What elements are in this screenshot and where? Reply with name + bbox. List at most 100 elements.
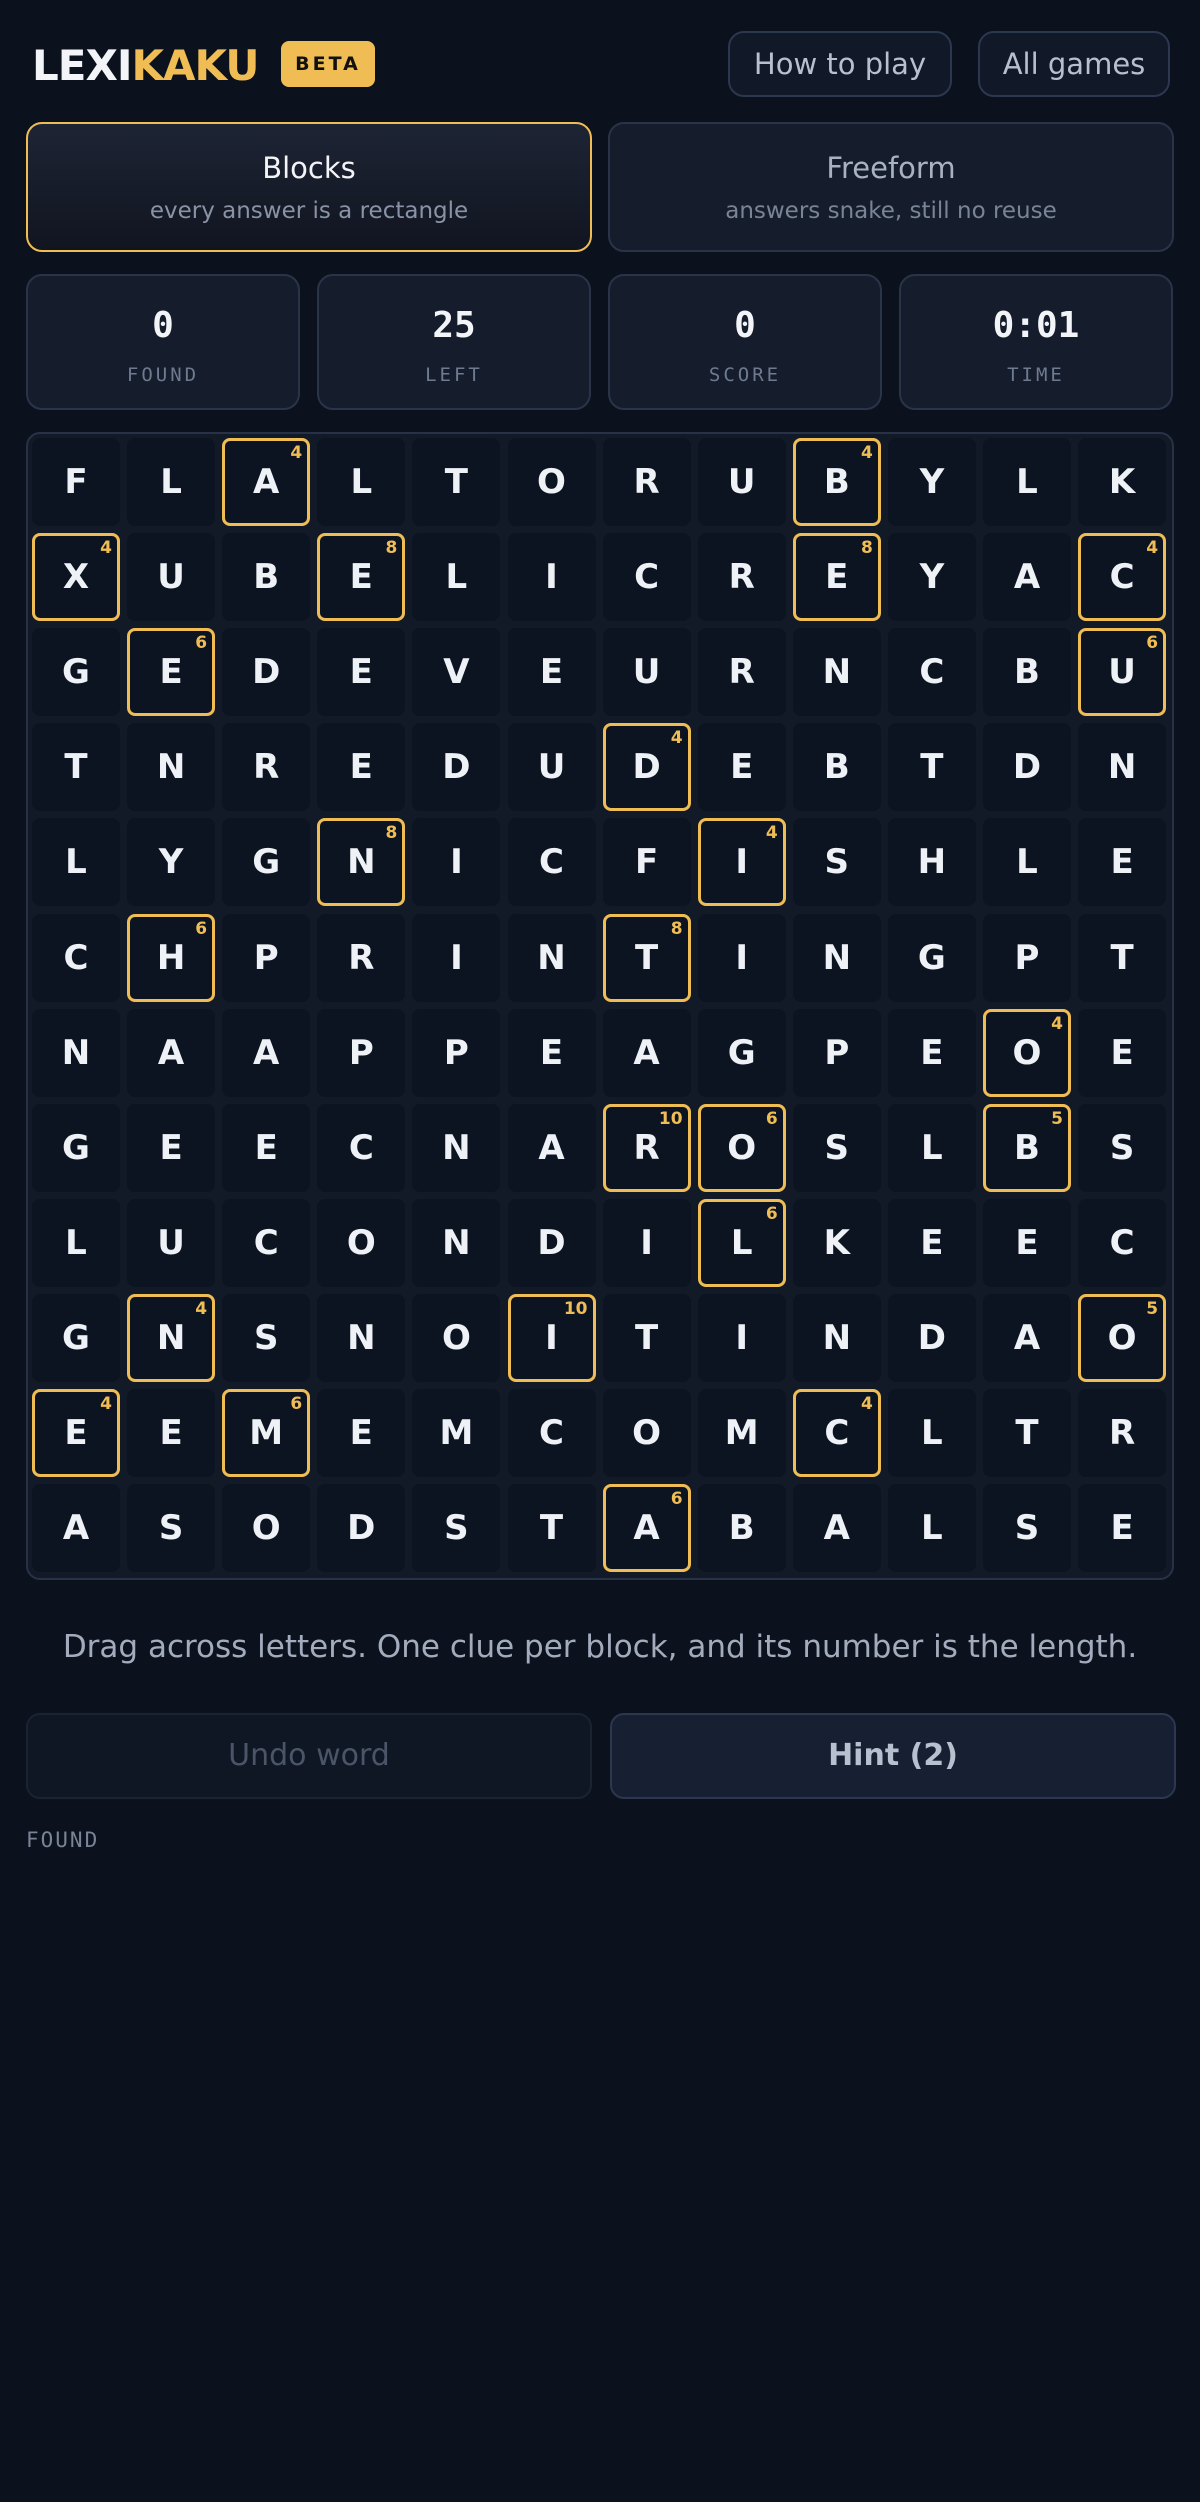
grid-cell[interactable]: C bbox=[317, 1103, 406, 1192]
mode-freeform-tab[interactable]: Freeform answers snake, still no reuse bbox=[608, 122, 1174, 252]
grid-cell-clue[interactable]: B5 bbox=[983, 1103, 1071, 1192]
grid-cell[interactable]: G bbox=[32, 1293, 120, 1382]
grid-cell[interactable]: C bbox=[602, 533, 691, 622]
grid-cell-clue[interactable]: O4 bbox=[983, 1008, 1071, 1097]
grid-cell[interactable]: R bbox=[1078, 1389, 1167, 1477]
grid-cell[interactable]: U bbox=[697, 438, 786, 526]
grid-cell[interactable]: O bbox=[317, 1198, 406, 1287]
grid-cell[interactable]: N bbox=[792, 628, 881, 717]
how-to-play-button[interactable]: How to play bbox=[728, 31, 952, 97]
grid-cell[interactable]: D bbox=[222, 628, 311, 717]
mode-blocks-tab[interactable]: Blocks every answer is a rectangle bbox=[26, 122, 592, 252]
grid-cell[interactable]: A bbox=[602, 1008, 691, 1097]
grid-cell[interactable]: O bbox=[507, 438, 596, 526]
grid-cell[interactable]: N bbox=[507, 913, 596, 1002]
grid-cell[interactable]: F bbox=[32, 438, 120, 526]
grid-cell[interactable]: C bbox=[887, 628, 976, 717]
grid-cell[interactable]: P bbox=[222, 913, 311, 1002]
grid-cell[interactable]: U bbox=[602, 628, 691, 717]
grid-cell-clue[interactable]: O6 bbox=[697, 1103, 786, 1192]
grid-cell[interactable]: B bbox=[697, 1484, 786, 1573]
grid-cell-clue[interactable]: A4 bbox=[222, 438, 311, 526]
grid-cell[interactable]: N bbox=[412, 1198, 501, 1287]
grid-cell[interactable]: C bbox=[507, 818, 596, 907]
grid-cell[interactable]: E bbox=[507, 1008, 596, 1097]
grid-cell-clue[interactable]: E8 bbox=[792, 533, 881, 622]
grid-cell[interactable]: T bbox=[983, 1389, 1071, 1477]
grid-cell-clue[interactable]: B4 bbox=[792, 438, 881, 526]
grid-cell[interactable]: E bbox=[317, 628, 406, 717]
grid-cell[interactable]: G bbox=[887, 913, 976, 1002]
grid-cell[interactable]: Y bbox=[127, 818, 216, 907]
grid-cell[interactable]: C bbox=[1078, 1198, 1167, 1287]
grid-cell[interactable]: S bbox=[1078, 1103, 1167, 1192]
grid-cell[interactable]: U bbox=[127, 533, 216, 622]
grid-cell[interactable]: U bbox=[127, 1198, 216, 1287]
grid-cell[interactable]: R bbox=[602, 438, 691, 526]
grid-cell[interactable]: S bbox=[412, 1484, 501, 1573]
grid-cell[interactable]: A bbox=[32, 1484, 120, 1573]
grid-cell[interactable]: I bbox=[507, 533, 596, 622]
grid-cell[interactable]: D bbox=[507, 1198, 596, 1287]
grid-cell[interactable]: R bbox=[697, 533, 786, 622]
grid-cell[interactable]: N bbox=[792, 1293, 881, 1382]
grid-cell-clue[interactable]: D4 bbox=[602, 723, 691, 812]
grid-cell[interactable]: G bbox=[32, 628, 120, 717]
grid-cell[interactable]: L bbox=[983, 818, 1071, 907]
grid-cell[interactable]: L bbox=[32, 1198, 120, 1287]
grid-cell[interactable]: A bbox=[222, 1008, 311, 1097]
grid-cell-clue[interactable]: E8 bbox=[317, 533, 406, 622]
grid-cell[interactable]: T bbox=[1078, 913, 1167, 1002]
grid-cell[interactable]: O bbox=[412, 1293, 501, 1382]
grid-cell[interactable]: L bbox=[127, 438, 216, 526]
grid-cell[interactable]: S bbox=[983, 1484, 1071, 1573]
grid-cell[interactable]: N bbox=[32, 1008, 120, 1097]
grid-cell[interactable]: R bbox=[222, 723, 311, 812]
grid-cell[interactable]: A bbox=[792, 1484, 881, 1573]
grid-cell-clue[interactable]: L6 bbox=[697, 1198, 786, 1287]
hint-button[interactable]: Hint (2) bbox=[610, 1713, 1176, 1799]
grid-cell[interactable]: P bbox=[317, 1008, 406, 1097]
grid-cell[interactable]: G bbox=[697, 1008, 786, 1097]
grid-cell[interactable]: L bbox=[412, 533, 501, 622]
grid-cell[interactable]: E bbox=[317, 1389, 406, 1477]
grid-cell[interactable]: N bbox=[317, 1293, 406, 1382]
grid-cell[interactable]: E bbox=[887, 1008, 976, 1097]
grid-cell[interactable]: E bbox=[507, 628, 596, 717]
grid-cell[interactable]: I bbox=[412, 913, 501, 1002]
grid-cell[interactable]: M bbox=[697, 1389, 786, 1477]
grid-cell[interactable]: S bbox=[127, 1484, 216, 1573]
grid-cell[interactable]: N bbox=[1078, 723, 1167, 812]
grid-cell[interactable]: T bbox=[32, 723, 120, 812]
grid-cell-clue[interactable]: C4 bbox=[1078, 533, 1167, 622]
grid-cell-clue[interactable]: N8 bbox=[317, 818, 406, 907]
grid-cell-clue[interactable]: C4 bbox=[792, 1389, 881, 1477]
grid-cell[interactable]: P bbox=[983, 913, 1071, 1002]
grid-cell[interactable]: F bbox=[602, 818, 691, 907]
grid-cell[interactable]: E bbox=[697, 723, 786, 812]
grid-cell-clue[interactable]: I4 bbox=[697, 818, 786, 907]
grid-cell[interactable]: D bbox=[412, 723, 501, 812]
grid-cell[interactable]: G bbox=[222, 818, 311, 907]
grid-cell[interactable]: D bbox=[317, 1484, 406, 1573]
grid-cell[interactable]: P bbox=[792, 1008, 881, 1097]
grid-cell[interactable]: N bbox=[127, 723, 216, 812]
grid-cell[interactable]: T bbox=[602, 1293, 691, 1382]
grid-cell-clue[interactable]: R 10 bbox=[602, 1103, 691, 1192]
grid-cell[interactable]: E bbox=[127, 1103, 216, 1192]
grid-cell[interactable]: L bbox=[887, 1389, 976, 1477]
grid-cell[interactable]: O bbox=[222, 1484, 311, 1573]
grid-cell[interactable]: E bbox=[1078, 1484, 1167, 1573]
grid-cell[interactable]: B bbox=[792, 723, 881, 812]
grid-cell[interactable]: E bbox=[127, 1389, 216, 1477]
grid-cell[interactable]: C bbox=[507, 1389, 596, 1477]
grid-cell-clue[interactable]: H6 bbox=[127, 913, 216, 1002]
grid-cell[interactable]: S bbox=[792, 818, 881, 907]
grid-cell-clue[interactable]: E4 bbox=[32, 1389, 120, 1477]
grid-cell[interactable]: H bbox=[887, 818, 976, 907]
grid-cell-clue[interactable]: T8 bbox=[602, 913, 691, 1002]
grid-cell[interactable]: C bbox=[32, 913, 120, 1002]
grid-cell[interactable]: L bbox=[887, 1103, 976, 1192]
grid-cell[interactable]: I bbox=[602, 1198, 691, 1287]
grid-cell[interactable]: G bbox=[32, 1103, 120, 1192]
